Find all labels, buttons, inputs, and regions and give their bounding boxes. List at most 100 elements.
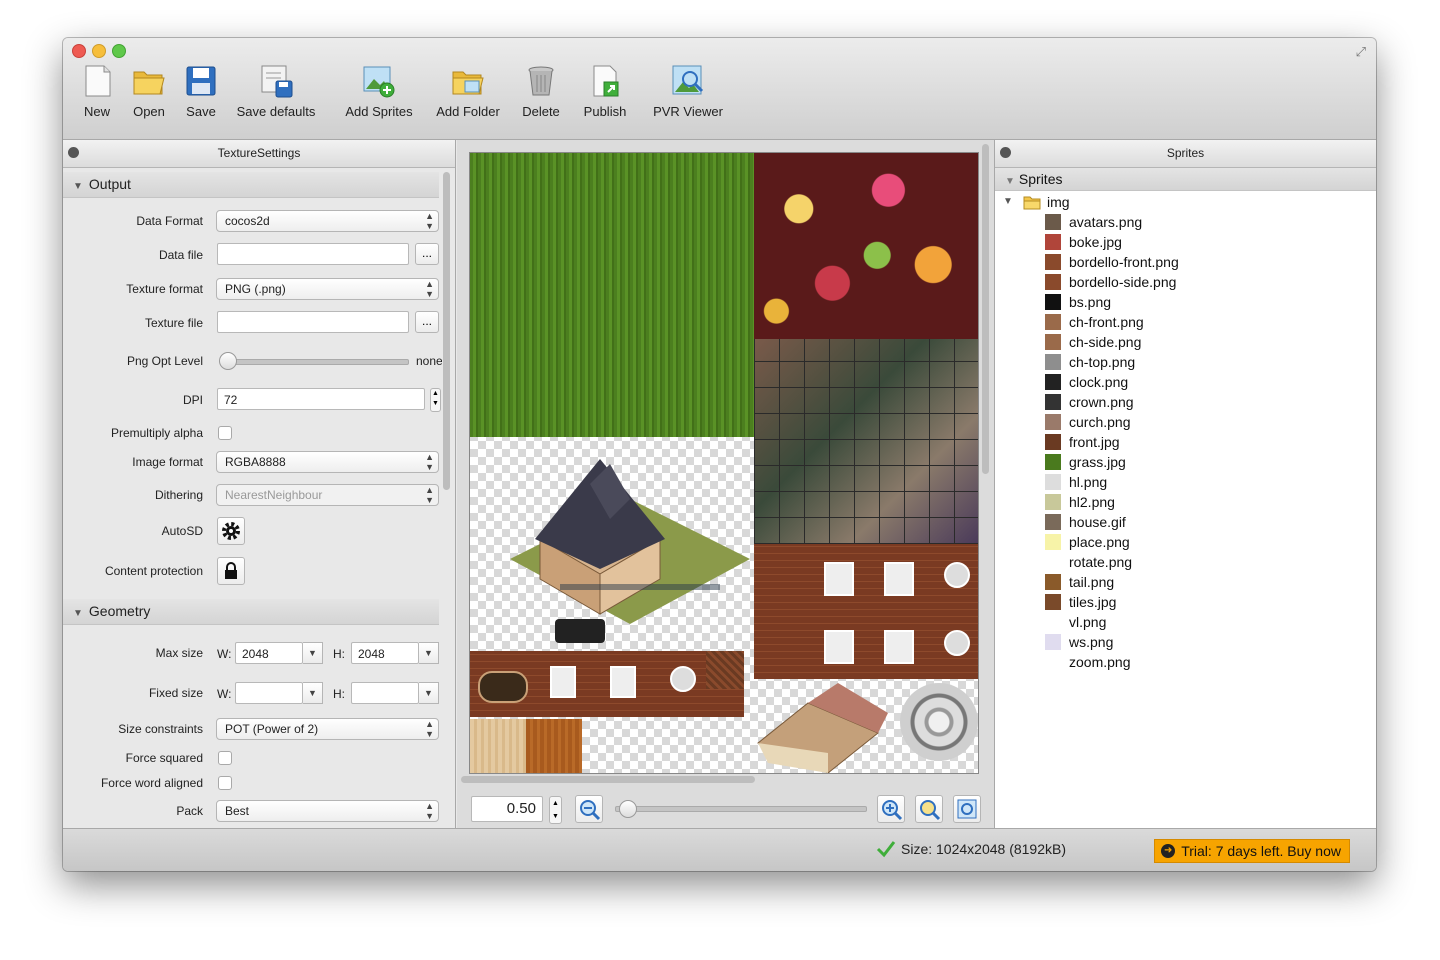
- sprite-row[interactable]: front.jpg: [995, 432, 1376, 452]
- gear-icon: [222, 522, 240, 540]
- image-format-select[interactable]: RGBA8888 ▲ ▼: [216, 451, 439, 473]
- size-constraints-select[interactable]: POT (Power of 2) ▲ ▼: [216, 718, 439, 740]
- sprite-sheet-canvas[interactable]: [469, 152, 979, 774]
- fixed-height-dropdown[interactable]: ▼: [419, 682, 439, 704]
- bs-thumb-icon: [1045, 294, 1061, 310]
- save-defaults-button[interactable]: Save defaults: [235, 64, 317, 130]
- sprite-row[interactable]: tiles.jpg: [995, 592, 1376, 612]
- pvr-viewer-button[interactable]: PVR Viewer: [651, 64, 725, 130]
- sprite-row[interactable]: hl2.png: [995, 492, 1376, 512]
- sprite-row[interactable]: ch-side.png: [995, 332, 1376, 352]
- disclosure-triangle-icon: ▼: [1005, 176, 1015, 187]
- sprite-row[interactable]: clock.png: [995, 372, 1376, 392]
- data-file-browse-button[interactable]: ...: [415, 243, 439, 265]
- house-sprite: [500, 439, 750, 649]
- fullscreen-icon[interactable]: ⤢: [1356, 44, 1366, 60]
- sprite-row[interactable]: curch.png: [995, 412, 1376, 432]
- zoom-slider-knob[interactable]: [618, 800, 637, 818]
- texture-file-field[interactable]: [217, 311, 409, 333]
- open-button[interactable]: Open: [127, 64, 171, 130]
- force-word-aligned-checkbox[interactable]: [218, 776, 232, 790]
- publish-button[interactable]: Publish: [579, 64, 631, 130]
- fixed-width-dropdown[interactable]: ▼: [303, 682, 323, 704]
- sprite-row[interactable]: rotate.png: [995, 552, 1376, 572]
- dpi-stepper[interactable]: ▲ ▼: [430, 388, 441, 412]
- zoom-in-icon: [882, 800, 903, 821]
- png-opt-level-slider[interactable]: [221, 359, 409, 365]
- checkmark-icon: [876, 841, 896, 858]
- sprite-name: hl.png: [1069, 474, 1108, 490]
- geometry-section-header[interactable]: ▼ Geometry: [63, 599, 439, 625]
- zoom-fit-button[interactable]: [915, 795, 943, 823]
- data-file-field[interactable]: [217, 243, 409, 265]
- texture-file-browse-button[interactable]: ...: [415, 311, 439, 333]
- max-height-dropdown[interactable]: ▼: [419, 642, 439, 664]
- autosd-button[interactable]: [217, 517, 245, 545]
- sprite-row[interactable]: place.png: [995, 532, 1376, 552]
- panel-pin-icon[interactable]: [1000, 147, 1011, 158]
- image-format-label: Image format: [132, 455, 203, 469]
- add-sprites-button[interactable]: Add Sprites: [343, 64, 415, 130]
- sprite-row[interactable]: tail.png: [995, 572, 1376, 592]
- premultiply-alpha-checkbox[interactable]: [218, 426, 232, 440]
- sprite-name: vl.png: [1069, 614, 1107, 630]
- sprites-root-header[interactable]: ▼ Sprites: [995, 168, 1376, 191]
- sprite-row[interactable]: bordello-side.png: [995, 272, 1376, 292]
- zoom-in-button[interactable]: [877, 795, 905, 823]
- zoom-stepper[interactable]: ▲ ▼: [549, 796, 562, 824]
- sprite-row[interactable]: grass.jpg: [995, 452, 1376, 472]
- pack-select[interactable]: Best ▲ ▼: [216, 800, 439, 822]
- data-file-label: Data file: [158, 248, 203, 262]
- sprite-row[interactable]: bs.png: [995, 292, 1376, 312]
- add-folder-button[interactable]: Add Folder: [433, 64, 503, 130]
- texture-format-label: Texture format: [126, 282, 203, 296]
- max-height-field[interactable]: 2048: [351, 642, 419, 664]
- content-protection-button[interactable]: [217, 557, 245, 585]
- preview-vertical-scrollbar[interactable]: [982, 144, 989, 474]
- save-button[interactable]: Save: [181, 64, 221, 130]
- minimize-window-button[interactable]: [92, 44, 106, 58]
- sprite-row[interactable]: zoom.png: [995, 652, 1376, 672]
- sprite-row[interactable]: boke.jpg: [995, 232, 1376, 252]
- sprite-name: ch-side.png: [1069, 334, 1142, 350]
- trial-buy-now-button[interactable]: ➜ Trial: 7 days left. Buy now: [1154, 839, 1350, 863]
- zoom-out-button[interactable]: [575, 795, 603, 823]
- fixed-height-field[interactable]: [351, 682, 419, 704]
- png-opt-level-label: Png Opt Level: [126, 354, 203, 368]
- force-squared-checkbox[interactable]: [218, 751, 232, 765]
- preview-horizontal-scrollbar[interactable]: [461, 776, 755, 783]
- sprite-row[interactable]: ch-top.png: [995, 352, 1376, 372]
- zoom-actual-size-button[interactable]: [953, 795, 981, 823]
- max-width-dropdown[interactable]: ▼: [303, 642, 323, 664]
- png-opt-level-slider-knob[interactable]: [219, 352, 237, 370]
- new-document-icon: [80, 64, 114, 98]
- sprite-row[interactable]: house.gif: [995, 512, 1376, 532]
- close-window-button[interactable]: [72, 44, 86, 58]
- force-word-aligned-label: Force word aligned: [100, 776, 203, 790]
- sprite-row[interactable]: ch-front.png: [995, 312, 1376, 332]
- zoom-slider[interactable]: [615, 800, 867, 818]
- fixed-width-field[interactable]: [235, 682, 303, 704]
- panel-pin-icon[interactable]: [68, 147, 79, 158]
- new-button[interactable]: New: [77, 64, 117, 130]
- add-sprites-icon: [362, 64, 396, 98]
- folder-row-img[interactable]: ▼ img: [995, 192, 1376, 212]
- bokeh-sprite: [754, 153, 978, 339]
- sprite-row[interactable]: vl.png: [995, 612, 1376, 632]
- dpi-field[interactable]: 72: [217, 388, 425, 410]
- sprite-row[interactable]: crown.png: [995, 392, 1376, 412]
- disclosure-triangle-icon: ▼: [1003, 196, 1013, 207]
- avatars-thumb-icon: [1045, 214, 1061, 230]
- data-format-select[interactable]: cocos2d ▲ ▼: [216, 210, 439, 232]
- sprite-row[interactable]: bordello-front.png: [995, 252, 1376, 272]
- sprite-row[interactable]: avatars.png: [995, 212, 1376, 232]
- delete-button[interactable]: Delete: [519, 64, 563, 130]
- output-section-header[interactable]: ▼ Output: [63, 172, 439, 198]
- settings-scrollbar[interactable]: [443, 172, 450, 490]
- sprite-row[interactable]: hl.png: [995, 472, 1376, 492]
- zoom-value-field[interactable]: 0.50: [471, 796, 543, 822]
- zoom-window-button[interactable]: [112, 44, 126, 58]
- texture-format-select[interactable]: PNG (.png) ▲ ▼: [216, 278, 439, 300]
- max-width-field[interactable]: 2048: [235, 642, 303, 664]
- sprite-row[interactable]: ws.png: [995, 632, 1376, 652]
